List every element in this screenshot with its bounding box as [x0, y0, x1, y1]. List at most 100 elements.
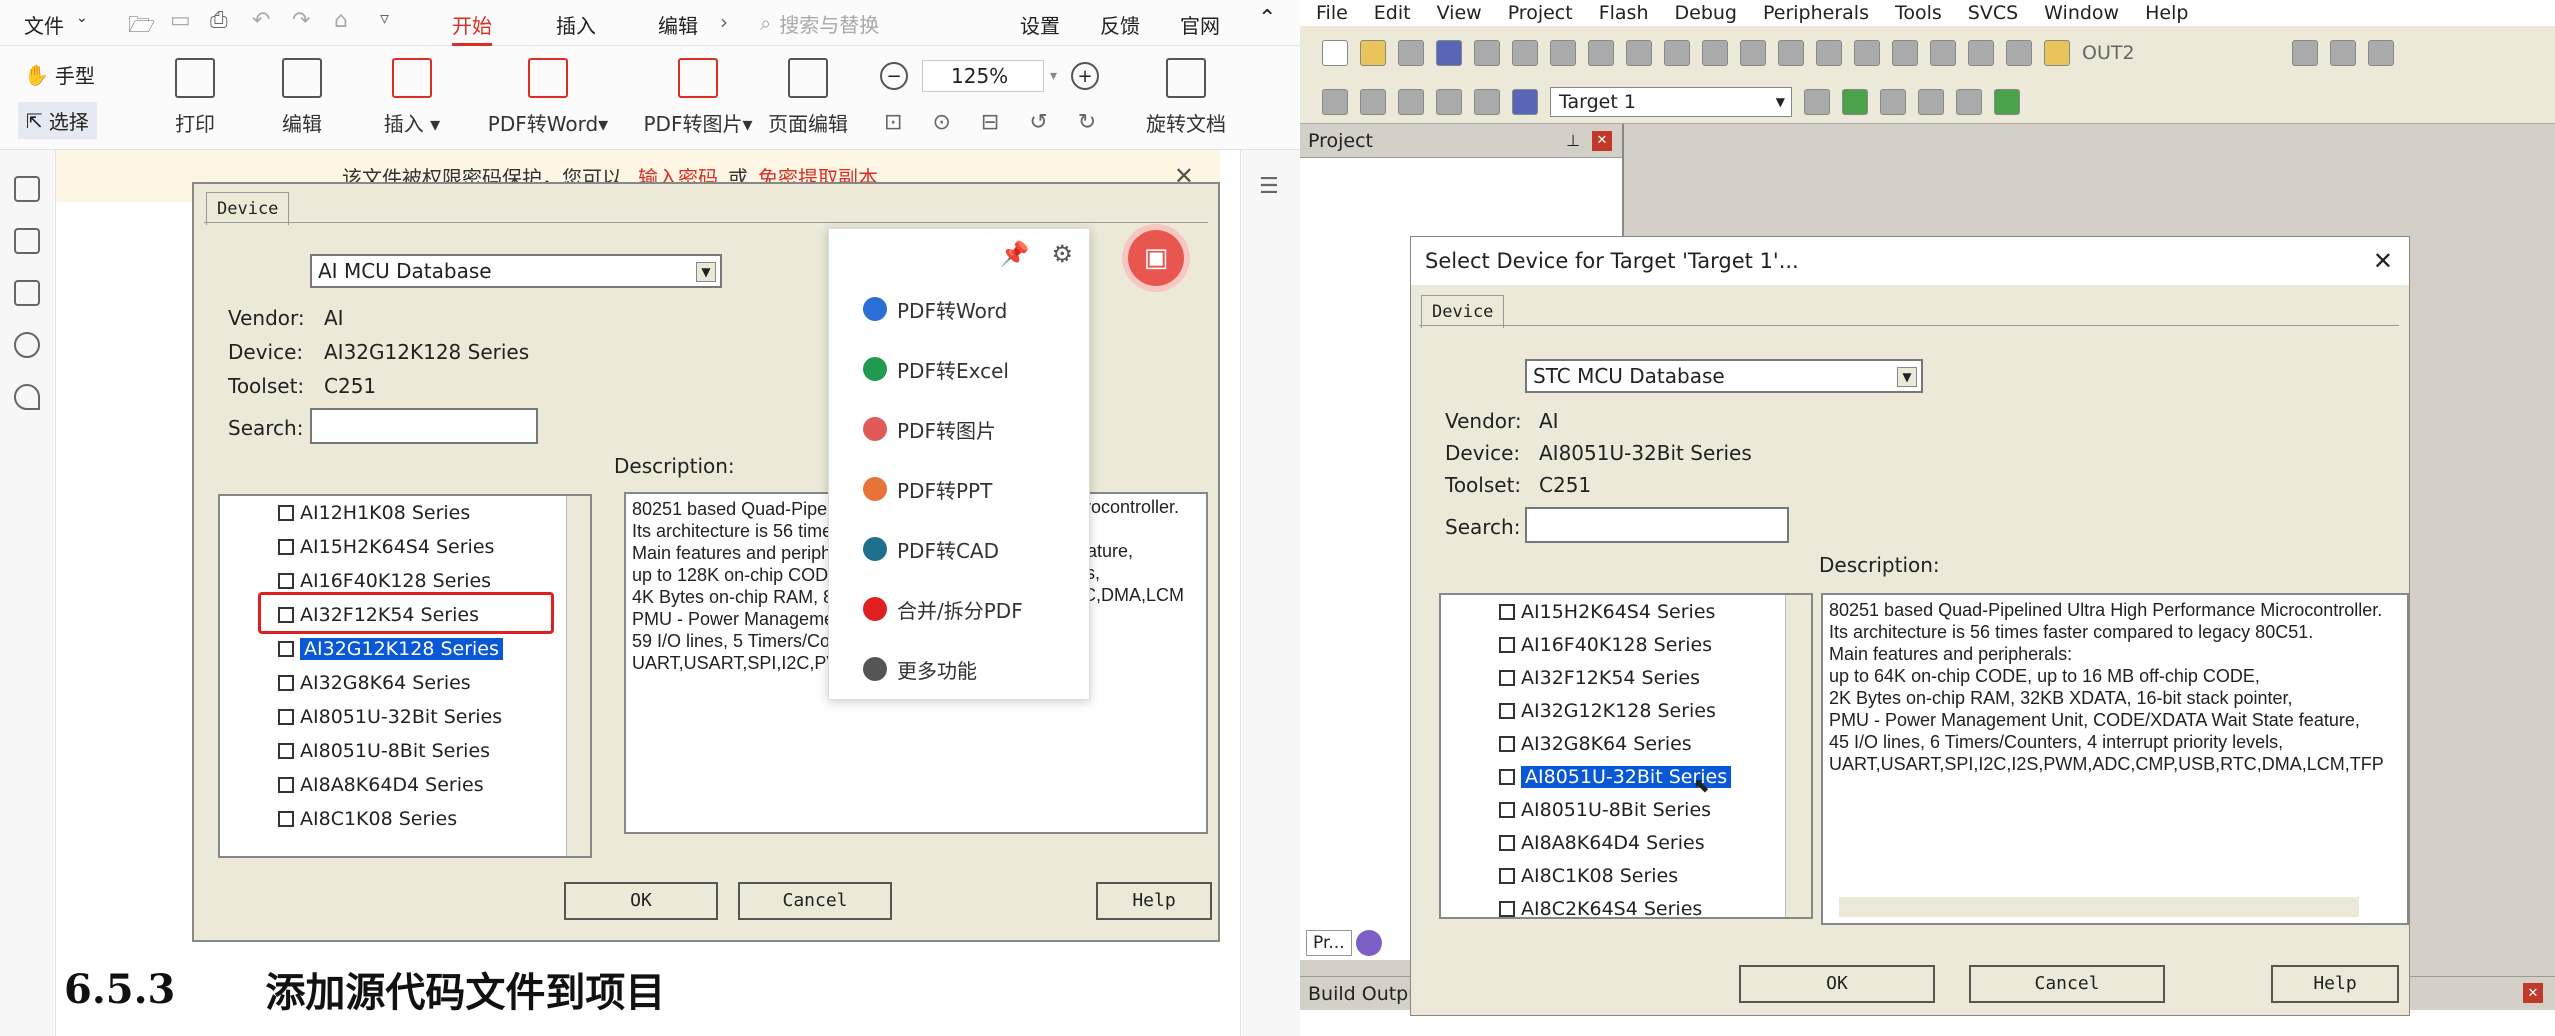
feedback-link[interactable]: 反馈 — [1100, 10, 1140, 39]
popup-item-pdf-to-ppt[interactable]: PDF转PPT — [829, 459, 1089, 519]
close-icon[interactable]: ✕ — [1592, 130, 1612, 151]
menu-window[interactable]: Window — [2044, 2, 2119, 24]
uncomment-icon[interactable] — [2006, 40, 2032, 66]
menu-project[interactable]: Project — [1508, 2, 1573, 24]
customize-icon[interactable]: ▿ — [380, 8, 389, 29]
tab-edit[interactable]: 编辑 — [658, 10, 698, 39]
dropdown-arrow-icon[interactable]: ▼ — [1897, 367, 1917, 387]
zoom-dropdown-icon[interactable]: ▾ — [1050, 68, 1057, 84]
thumbnails-icon[interactable] — [14, 228, 40, 254]
save-icon[interactable]: ▭ — [170, 8, 191, 33]
pin-icon[interactable]: ⊥ — [1566, 131, 1580, 150]
print-icon[interactable]: ⎙ — [210, 8, 228, 33]
fit-page-icon[interactable]: ⊡ — [884, 110, 902, 135]
list-item[interactable]: AI16F40K128 Series — [1441, 628, 1811, 661]
menu-file[interactable]: File — [1316, 2, 1348, 24]
find-in-files-icon[interactable] — [2044, 40, 2070, 66]
cancel-button[interactable]: Cancel — [738, 882, 892, 920]
popup-item-more[interactable]: 更多功能 — [829, 639, 1089, 699]
list-item[interactable]: AI15H2K64S4 Series — [1441, 595, 1811, 628]
nav-forward-icon[interactable] — [1702, 40, 1728, 66]
properties-icon[interactable]: ☰ — [1259, 174, 1279, 199]
undo-icon[interactable]: ↶ — [252, 8, 270, 33]
find-combo[interactable]: OUT2 — [2082, 42, 2292, 64]
page-edit-button[interactable]: 页面编辑 — [758, 58, 858, 137]
bookmark-next-icon[interactable] — [1816, 40, 1842, 66]
zoom-out-icon[interactable]: − — [880, 62, 908, 90]
manage-books-icon[interactable] — [1880, 88, 1906, 115]
pdf-to-word-button[interactable]: PDF转Word▾ — [478, 58, 618, 137]
list-item[interactable]: AI32G8K64 Series — [1441, 727, 1811, 760]
comment-icon[interactable] — [14, 280, 40, 306]
save-icon[interactable] — [1398, 40, 1424, 66]
tab-start[interactable]: 开始 — [452, 10, 492, 46]
list-item-selected[interactable]: AI8051U-32Bit Series — [1441, 760, 1811, 793]
pin-icon[interactable]: 📌 — [1000, 240, 1030, 268]
manage-components-icon[interactable] — [1842, 88, 1868, 115]
chevron-down-icon[interactable]: ⌄ — [76, 10, 88, 26]
popup-item-merge-split[interactable]: 合并/拆分PDF — [829, 579, 1089, 639]
pack-installer-icon[interactable] — [1956, 88, 1982, 115]
search-field[interactable] — [1525, 507, 1789, 543]
pdf-to-image-button[interactable]: PDF转图片▾ — [628, 58, 768, 137]
hand-tool[interactable]: ✋ 手型 — [24, 60, 95, 89]
search-box[interactable]: ⌕ 搜索与替换 — [760, 6, 970, 40]
open-icon[interactable]: 🗁 — [128, 8, 155, 46]
ok-button[interactable]: OK — [1739, 965, 1935, 1003]
edit-button[interactable]: 编辑 — [252, 58, 352, 137]
close-icon[interactable]: ✕ — [2523, 983, 2543, 1003]
attachment-icon[interactable] — [14, 384, 40, 410]
menu-peripherals[interactable]: Peripherals — [1763, 2, 1869, 24]
menu-tools[interactable]: Tools — [1895, 2, 1942, 24]
database-combo[interactable]: STC MCU Database ▼ — [1525, 359, 1923, 393]
copy-icon[interactable] — [1512, 40, 1538, 66]
settings-link[interactable]: 设置 — [1020, 10, 1060, 39]
redo-icon[interactable]: ↷ — [292, 8, 310, 33]
list-item[interactable]: AI32G8K64 Series — [220, 666, 590, 700]
list-item[interactable]: AI8C1K08 Series — [1441, 859, 1811, 892]
build-icon[interactable] — [1360, 88, 1386, 115]
website-link[interactable]: 官网 — [1180, 10, 1220, 39]
paste-icon[interactable] — [1550, 40, 1576, 66]
dropdown-arrow-icon[interactable]: ▼ — [696, 262, 716, 282]
incremental-find-icon[interactable] — [2330, 40, 2356, 66]
new-file-icon[interactable] — [1322, 40, 1348, 66]
menu-flash[interactable]: Flash — [1599, 2, 1649, 24]
home-icon[interactable]: ⌂ — [334, 8, 348, 33]
select-tool[interactable]: ⇱ 选择 — [18, 102, 97, 139]
zoom-in-icon[interactable]: + — [1071, 62, 1100, 90]
popup-item-pdf-to-word[interactable]: PDF转Word — [829, 279, 1089, 339]
list-item[interactable]: AI8051U-32Bit Series — [220, 700, 590, 734]
device-tree-list[interactable]: AI12H1K08 Series AI15H2K64S4 Series AI16… — [218, 494, 592, 858]
list-scrollbar[interactable] — [566, 496, 590, 856]
collapse-ribbon-icon[interactable]: ⌃ — [1258, 6, 1276, 31]
menu-edit[interactable]: Edit — [1374, 2, 1411, 24]
debug-session-icon[interactable] — [2368, 40, 2394, 66]
file-menu[interactable]: 文件 — [24, 10, 64, 39]
floating-tools-icon[interactable]: ▣ — [1128, 230, 1184, 286]
find-icon[interactable] — [2292, 40, 2318, 66]
stop-build-icon[interactable] — [1474, 88, 1500, 115]
bookmark-clear-icon[interactable] — [1854, 40, 1880, 66]
menu-debug[interactable]: Debug — [1675, 2, 1737, 24]
unindent-icon[interactable] — [1930, 40, 1956, 66]
rotate-right-icon[interactable]: ↻ — [1078, 110, 1096, 135]
database-combo[interactable]: AI MCU Database ▼ — [310, 254, 722, 288]
redo-icon[interactable] — [1626, 40, 1652, 66]
menu-view[interactable]: View — [1437, 2, 1482, 24]
search-field[interactable] — [310, 408, 538, 444]
save-all-icon[interactable] — [1436, 40, 1462, 66]
list-item[interactable]: AI32G12K128 Series — [1441, 694, 1811, 727]
list-item[interactable]: AI12H1K08 Series — [220, 496, 590, 530]
select-packs-icon[interactable] — [1994, 88, 2020, 115]
books-tab-icon[interactable] — [1355, 930, 1382, 956]
gear-icon[interactable]: ⚙ — [1051, 240, 1073, 268]
print-button[interactable]: 打印 — [145, 58, 245, 137]
list-item[interactable]: AI8C2K64S4 Series — [1441, 892, 1811, 917]
list-item[interactable]: AI8A8K64D4 Series — [220, 768, 590, 802]
help-button[interactable]: Help — [1096, 882, 1212, 920]
list-scrollbar[interactable] — [1785, 595, 1811, 917]
popup-item-pdf-to-image[interactable]: PDF转图片 — [829, 399, 1089, 459]
bookmark-icon[interactable] — [1740, 40, 1766, 66]
list-item[interactable]: AI8051U-8Bit Series — [1441, 793, 1811, 826]
